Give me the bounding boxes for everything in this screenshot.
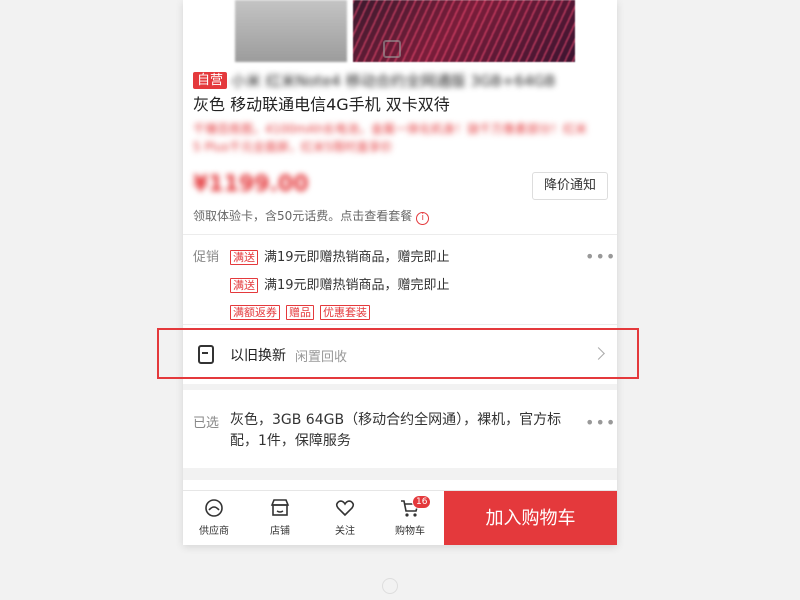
section-gap <box>183 384 617 390</box>
trade-in-title: 以旧换新 <box>230 348 286 364</box>
store-label: 店铺 <box>270 526 290 537</box>
product-detail-page: 自营 小米 红米Note4 移动合约全网通版 3GB+64GB 灰色 移动联通电信… <box>183 0 617 545</box>
follow-label: 关注 <box>335 526 355 537</box>
store-icon <box>270 499 290 516</box>
bottom-action-bar: 供应商 店铺 关注 16 购物车 加入购物车 <box>183 490 617 545</box>
selected-spec-value[interactable]: 灰色，3GB 64GB（移动合约全网通），裸机，官方标配，1件，保障服务 <box>230 410 580 452</box>
supplier-button[interactable]: 供应商 <box>187 497 241 537</box>
promo-text[interactable]: 千锤百炼图，4100mAh长电池，金属一体化机身！骁千万像素部分！红米5 Plu… <box>193 120 593 156</box>
selected-label: 已选 <box>193 416 220 431</box>
product-title-line2: 灰色 移动联通电信4G手机 双卡双待 <box>193 95 450 114</box>
price-drop-notify-button[interactable]: 降价通知 <box>532 172 608 200</box>
divider <box>183 324 617 325</box>
product-image[interactable] <box>183 0 617 62</box>
divider <box>183 234 617 235</box>
more-icon[interactable]: ••• <box>585 415 616 431</box>
promotion-tags: 满额返券 赠品 优惠套装 <box>230 301 376 320</box>
heart-icon <box>335 500 355 517</box>
chevron-right-icon <box>592 347 605 360</box>
promotion-tag: 满送 <box>230 250 258 265</box>
watermark-logo <box>382 578 398 594</box>
more-icon[interactable]: ••• <box>585 249 616 265</box>
promotion-tag-gift[interactable]: 赠品 <box>286 305 314 320</box>
cart-label: 购物车 <box>395 526 425 537</box>
self-operated-tag: 自营 <box>193 72 228 89</box>
phone-back-image <box>235 0 347 62</box>
info-icon[interactable]: i <box>416 212 430 225</box>
cart-button[interactable]: 16 购物车 <box>383 495 437 537</box>
store-button[interactable]: 店铺 <box>253 497 307 537</box>
refresh-phone-icon <box>198 345 214 364</box>
follow-button[interactable]: 关注 <box>318 497 372 537</box>
add-to-cart-button[interactable]: 加入购物车 <box>444 491 617 545</box>
promotion-text: 满19元即赠热销商品，赠完即止 <box>264 250 450 265</box>
supplier-label: 供应商 <box>199 526 229 537</box>
promotion-tag-coupon[interactable]: 满额返券 <box>230 305 280 320</box>
trade-in-subtitle: 闲置回收 <box>295 350 348 365</box>
promotion-label: 促销 <box>193 250 220 265</box>
trial-card-tip[interactable]: 领取体验卡，含50元话费。点击查看套餐 i <box>193 207 430 225</box>
product-price: ¥1199.00 <box>193 172 309 197</box>
product-title: 自营 小米 红米Note4 移动合约全网通版 3GB+64GB 灰色 移动联通电信… <box>193 72 607 116</box>
promotion-text: 满19元即赠热销商品，赠完即止 <box>264 278 450 293</box>
supplier-icon <box>205 499 223 517</box>
cart-count-badge: 16 <box>412 495 432 509</box>
promotion-tag-bundle[interactable]: 优惠套装 <box>320 305 370 320</box>
section-gap <box>183 468 617 480</box>
promotion-row[interactable]: 满送 满19元即赠热销商品，赠完即止 <box>230 246 450 265</box>
promotion-tag: 满送 <box>230 278 258 293</box>
brand-logo <box>383 40 401 58</box>
trade-in-row[interactable]: 以旧换新 闲置回收 <box>183 331 617 377</box>
product-title-line1: 小米 红米Note4 移动合约全网通版 3GB+64GB <box>231 72 556 90</box>
promotion-row[interactable]: 满送 满19元即赠热销商品，赠完即止 <box>230 274 450 293</box>
trial-card-tip-text: 领取体验卡，含50元话费。点击查看套餐 <box>193 209 413 223</box>
